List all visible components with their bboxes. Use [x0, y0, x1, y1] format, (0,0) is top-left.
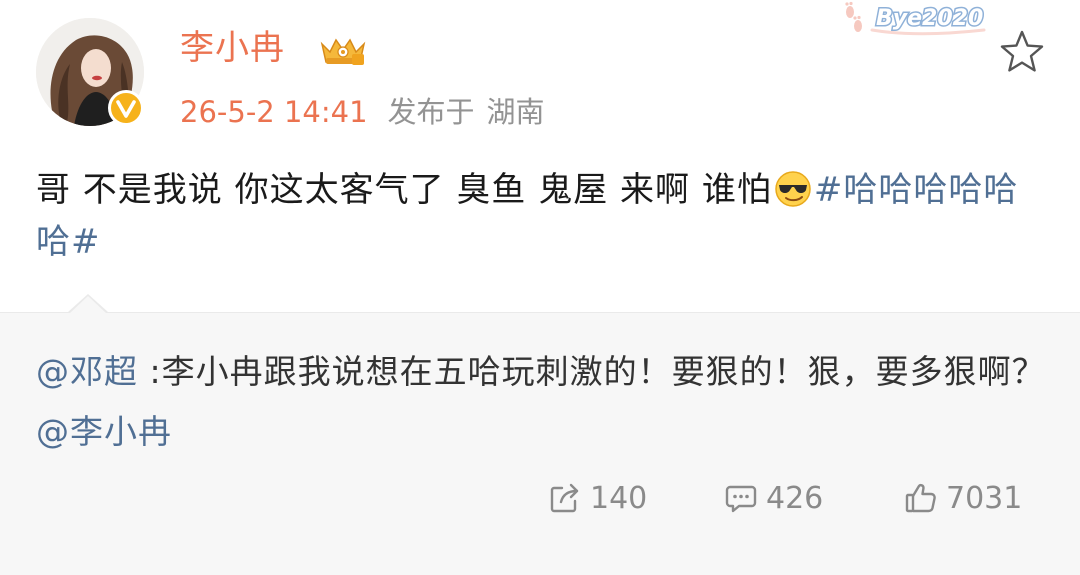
thumbs-up-icon [905, 483, 936, 513]
like-button[interactable]: 7031 [904, 476, 1022, 520]
post-content: 哥 不是我说 你这太客气了 臭鱼 鬼屋 来啊 谁怕 #哈哈哈哈哈哈# [36, 164, 1036, 268]
cool-sunglasses-emoji [774, 170, 812, 208]
username[interactable]: 李小冉 [180, 26, 285, 70]
sticker-text: Bye2020 [876, 6, 983, 31]
share-arrow-icon [550, 483, 579, 513]
weibo-post: 李小冉 26-5-2 14:41 发布于 湖南 Bye2020 哥 不是我说 你… [0, 0, 1080, 312]
crown-vip-badge-icon[interactable] [318, 34, 368, 66]
post-timestamp[interactable]: 26-5-2 14:41 [180, 95, 368, 129]
favorite-star-icon[interactable] [998, 28, 1046, 76]
like-count: 7031 [946, 480, 1023, 516]
mention-target-link[interactable]: @李小冉 [36, 412, 172, 451]
verified-v-icon [108, 90, 144, 126]
mention-author-link[interactable]: @邓超 [36, 352, 138, 391]
repost-count: 140 [590, 480, 648, 516]
bye2020-sticker: Bye2020 [838, 0, 988, 40]
comment-button[interactable]: 426 [724, 476, 823, 520]
post-location: 湖南 [486, 95, 545, 129]
post-meta: 26-5-2 14:41 发布于 湖南 [180, 92, 545, 132]
repost-button[interactable]: 140 [548, 476, 647, 520]
repost-body-text: :李小冉跟我说想在五哈玩刺激的！要狠的！狠，要多狠啊？ [138, 352, 1046, 391]
repost-caret-fill [70, 296, 106, 313]
repost-text-block: @邓超 :李小冉跟我说想在五哈玩刺激的！要狠的！狠，要多狠啊？ @李小冉 [36, 342, 1056, 462]
post-text: 哥 不是我说 你这太客气了 臭鱼 鬼屋 来啊 谁怕 [36, 170, 772, 210]
published-label: 发布于 [387, 95, 475, 129]
comment-count: 426 [766, 480, 824, 516]
comment-bubble-icon [725, 485, 757, 513]
